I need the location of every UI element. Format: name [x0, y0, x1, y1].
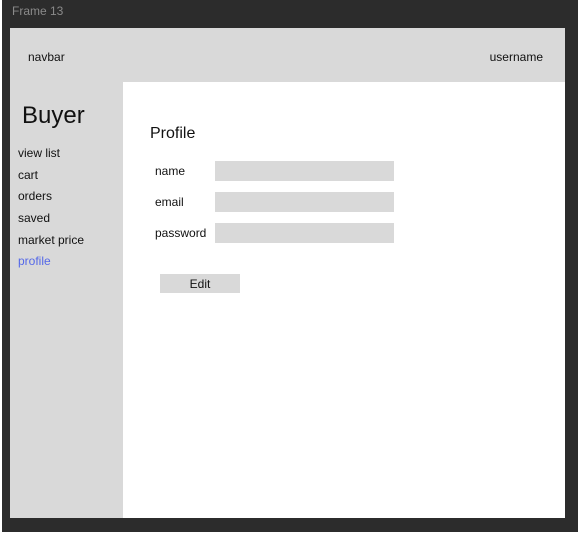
sidebar-item-market-price[interactable]: market price — [18, 233, 84, 247]
sidebar-item-cart[interactable]: cart — [18, 168, 38, 182]
sidebar-heading: Buyer — [22, 102, 85, 129]
edit-button[interactable]: Edit — [160, 274, 240, 293]
email-label: email — [155, 195, 184, 209]
password-label: password — [155, 226, 207, 240]
sidebar-item-saved[interactable]: saved — [18, 211, 50, 225]
name-label: name — [155, 164, 186, 178]
name-field[interactable] — [215, 161, 394, 181]
sidebar-item-view-list[interactable]: view list — [18, 146, 60, 160]
frame-label: Frame 13 — [12, 4, 64, 18]
app-frame: navbar username Buyer view list cart ord… — [10, 28, 565, 518]
username-link[interactable]: username — [490, 50, 543, 64]
navbar-title: navbar — [28, 50, 65, 64]
sidebar: Buyer view list cart orders saved market… — [10, 82, 123, 518]
sidebar-item-profile[interactable]: profile — [18, 254, 51, 268]
sidebar-item-orders[interactable]: orders — [18, 189, 52, 203]
email-field[interactable] — [215, 192, 394, 212]
page-title: Profile — [150, 125, 196, 142]
canvas-background: Frame 13 navbar username Buyer view list… — [2, 0, 578, 532]
password-field[interactable] — [215, 223, 394, 243]
navbar: navbar username — [10, 28, 565, 82]
